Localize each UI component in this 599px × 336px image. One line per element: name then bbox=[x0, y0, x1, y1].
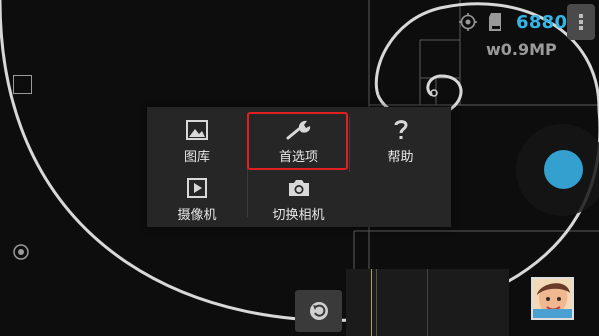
sd-card-icon bbox=[486, 12, 506, 32]
focus-indicator[interactable] bbox=[13, 75, 32, 94]
rotate-button[interactable] bbox=[295, 290, 342, 332]
gallery-icon bbox=[184, 118, 210, 142]
overflow-menu-button[interactable] bbox=[567, 4, 595, 40]
menu-item-label: 摄像机 bbox=[177, 207, 217, 223]
crosshair-icon[interactable] bbox=[458, 12, 478, 32]
menu-item-gallery[interactable]: 图库 bbox=[147, 115, 247, 167]
selection-highlight bbox=[247, 112, 348, 170]
video-icon bbox=[184, 176, 210, 200]
thumbnail-image bbox=[533, 279, 572, 318]
zoom-tick bbox=[376, 269, 377, 336]
last-photo-thumbnail[interactable] bbox=[531, 277, 574, 320]
more-vertical-icon bbox=[579, 14, 583, 30]
zoom-tick bbox=[427, 269, 428, 336]
zoom-marker bbox=[371, 269, 372, 336]
camera-icon bbox=[286, 176, 312, 200]
menu-item-label: 图库 bbox=[183, 149, 210, 165]
question-icon bbox=[388, 118, 414, 142]
status-bar: 6880 bbox=[458, 7, 567, 37]
rotate-icon bbox=[309, 302, 328, 320]
shutter-button[interactable] bbox=[544, 150, 583, 189]
exposure-button[interactable] bbox=[12, 243, 30, 261]
exposure-icon bbox=[13, 244, 29, 260]
menu-item-label: 帮助 bbox=[387, 149, 414, 165]
menu-item-switch-camera[interactable]: 切换相机 bbox=[248, 173, 349, 225]
shots-remaining: 6880 bbox=[516, 11, 568, 33]
camera-screen: 6880 w0.9MP 图库 首选项 帮助 摄像机 切换相机 bbox=[0, 0, 599, 336]
menu-item-help[interactable]: 帮助 bbox=[350, 115, 451, 167]
resolution-label: w0.9MP bbox=[486, 40, 557, 59]
menu-item-label: 切换相机 bbox=[272, 207, 325, 223]
menu-item-video[interactable]: 摄像机 bbox=[147, 173, 247, 225]
